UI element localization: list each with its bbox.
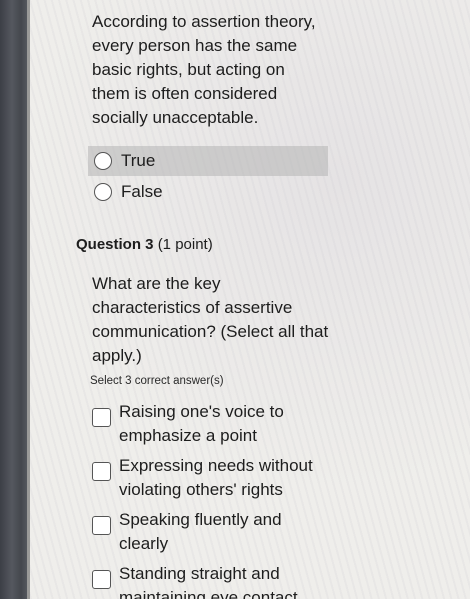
question-3-text: What are the key characteristics of asse… bbox=[92, 274, 329, 365]
option-label: Raising one's voice to emphasize a point bbox=[119, 402, 284, 445]
question-points: (1 point) bbox=[157, 236, 213, 253]
question-2-text: According to assertion theory, every per… bbox=[92, 12, 316, 127]
device-bezel bbox=[0, 0, 30, 599]
radio-button[interactable] bbox=[94, 152, 112, 170]
checkbox-option-raising-voice[interactable]: Raising one's voice to emphasize a point bbox=[92, 400, 342, 448]
checkbox[interactable] bbox=[92, 516, 111, 535]
option-label: Standing straight and maintaining eye co… bbox=[119, 564, 298, 599]
checkbox[interactable] bbox=[92, 462, 111, 481]
option-true[interactable]: True bbox=[88, 146, 328, 176]
checkbox[interactable] bbox=[92, 408, 111, 427]
checkbox-option-standing-straight[interactable]: Standing straight and maintaining eye co… bbox=[92, 562, 342, 599]
option-label: Speaking fluently and clearly bbox=[119, 510, 282, 553]
checkbox-option-expressing-needs[interactable]: Expressing needs without violating other… bbox=[92, 454, 342, 502]
option-false[interactable]: False bbox=[88, 177, 328, 207]
answer-instructions: Select 3 correct answer(s) bbox=[90, 375, 224, 387]
option-label: Expressing needs without violating other… bbox=[119, 456, 313, 499]
quiz-screen: According to assertion theory, every per… bbox=[30, 0, 470, 599]
checkbox[interactable] bbox=[92, 570, 111, 589]
radio-button[interactable] bbox=[94, 183, 112, 201]
question-3-header: Question 3 (1 point) bbox=[76, 236, 213, 253]
option-label: False bbox=[121, 182, 163, 201]
question-number: Question 3 bbox=[76, 236, 154, 253]
checkbox-option-speaking-fluently[interactable]: Speaking fluently and clearly bbox=[92, 508, 342, 556]
option-label: True bbox=[121, 151, 156, 170]
